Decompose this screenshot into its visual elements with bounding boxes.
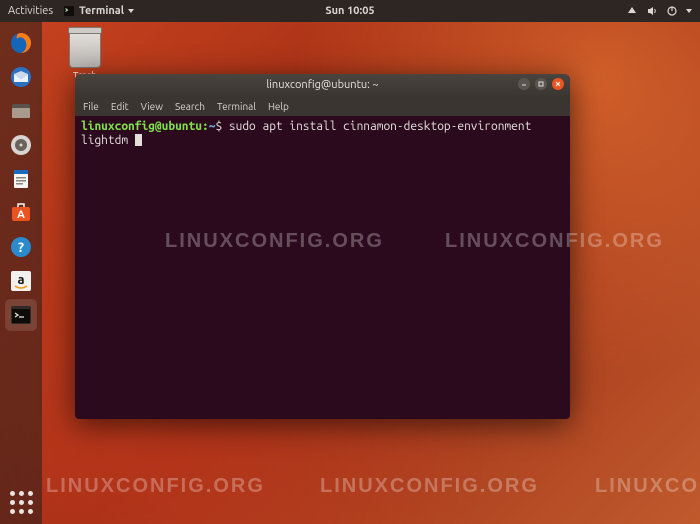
- dock-item-amazon[interactable]: a: [6, 266, 36, 296]
- window-titlebar[interactable]: linuxconfig@ubuntu: ~: [75, 74, 570, 96]
- terminal-cursor: [135, 134, 142, 146]
- top-bar: Activities Terminal Sun 10:05: [0, 0, 700, 22]
- window-title: linuxconfig@ubuntu: ~: [266, 79, 378, 91]
- dock-item-files[interactable]: [6, 96, 36, 126]
- svg-text:?: ?: [18, 239, 24, 255]
- terminal-menubar: File Edit View Search Terminal Help: [75, 96, 570, 116]
- terminal-window[interactable]: linuxconfig@ubuntu: ~ File Edit View Sea…: [75, 74, 570, 419]
- terminal-body[interactable]: linuxconfig@ubuntu:~$ sudo apt install c…: [75, 116, 570, 152]
- menu-edit[interactable]: Edit: [111, 101, 129, 112]
- svg-text:A: A: [17, 209, 25, 221]
- dock-item-rhythmbox[interactable]: [6, 130, 36, 160]
- terminal-line: linuxconfig@ubuntu:~$ sudo apt install c…: [81, 120, 564, 148]
- dock-item-help[interactable]: ?: [6, 232, 36, 262]
- menu-view[interactable]: View: [141, 101, 163, 112]
- dock-item-firefox[interactable]: [6, 28, 36, 58]
- terminal-icon: [63, 5, 75, 17]
- prompt-char: $: [215, 120, 228, 133]
- show-applications-button[interactable]: [9, 490, 33, 514]
- watermark: LINUXCONFIG.ORG: [46, 475, 265, 498]
- dock-item-writer[interactable]: [6, 164, 36, 194]
- menu-search[interactable]: Search: [175, 101, 205, 112]
- chevron-down-icon: [686, 9, 692, 13]
- svg-text:a: a: [17, 273, 24, 287]
- activities-button[interactable]: Activities: [8, 5, 53, 17]
- watermark: LINUXCONFIG.ORG: [595, 475, 700, 498]
- prompt-user-host: linuxconfig@ubuntu: [81, 120, 202, 133]
- app-menu-label: Terminal: [79, 5, 124, 17]
- volume-icon[interactable]: [646, 5, 658, 17]
- menu-terminal[interactable]: Terminal: [217, 101, 256, 112]
- dock-item-thunderbird[interactable]: [6, 62, 36, 92]
- watermark: LINUXCONFIG.ORG: [320, 475, 539, 498]
- menu-file[interactable]: File: [83, 101, 99, 112]
- window-maximize-button[interactable]: [535, 78, 547, 90]
- network-icon[interactable]: [626, 5, 638, 17]
- dock-item-software[interactable]: A: [6, 198, 36, 228]
- chevron-down-icon: [128, 9, 134, 13]
- trash-icon: [69, 30, 101, 68]
- dock: A ? a: [0, 22, 42, 524]
- clock[interactable]: Sun 10:05: [325, 5, 374, 17]
- menu-help[interactable]: Help: [268, 101, 289, 112]
- app-menu[interactable]: Terminal: [63, 5, 134, 17]
- prompt-sep: :: [202, 120, 209, 133]
- window-close-button[interactable]: [552, 78, 564, 90]
- power-icon[interactable]: [666, 5, 678, 17]
- dock-item-terminal[interactable]: [6, 300, 36, 330]
- window-minimize-button[interactable]: [518, 78, 530, 90]
